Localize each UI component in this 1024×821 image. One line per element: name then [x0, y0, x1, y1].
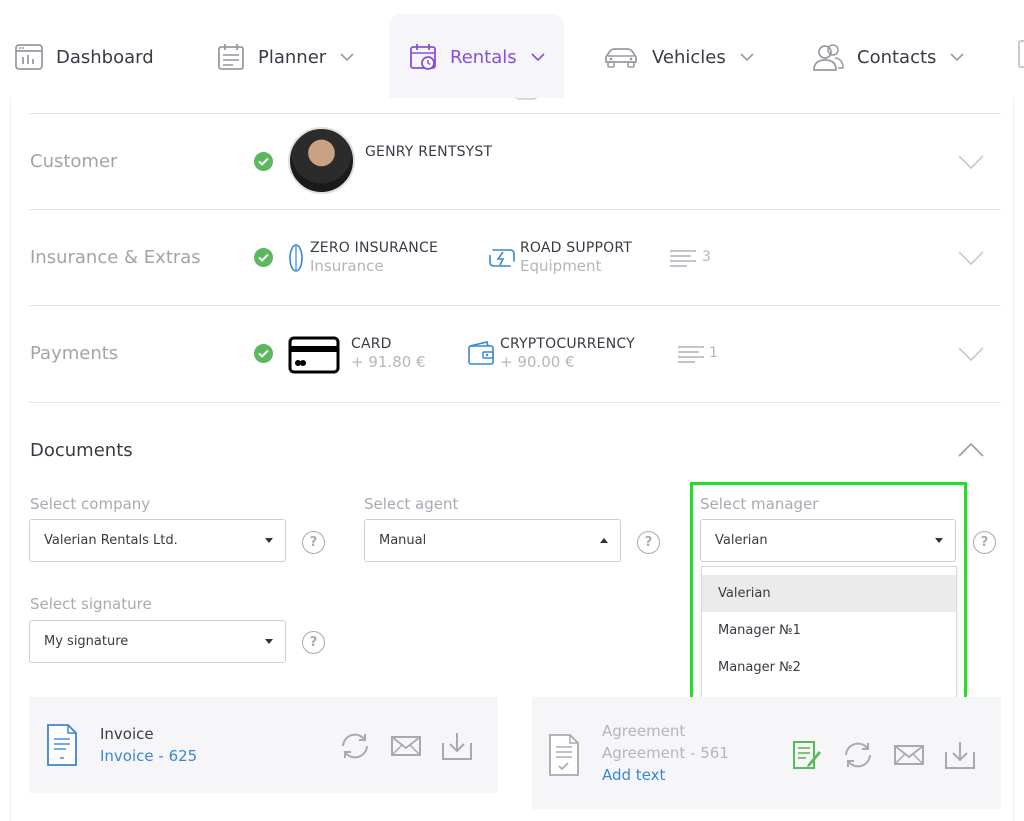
- insurance-label: Insurance & Extras: [30, 247, 201, 268]
- caret-down-icon: [265, 639, 273, 644]
- mail-icon[interactable]: [893, 744, 925, 766]
- mail-icon[interactable]: [390, 735, 422, 757]
- company-label: Select company: [30, 495, 151, 513]
- nav-dashboard[interactable]: Dashboard: [14, 38, 154, 76]
- nav-dashboard-label: Dashboard: [56, 46, 154, 68]
- top-navigation: Dashboard Planner Rentals Vehicles Conta…: [0, 0, 1024, 98]
- customer-name: GENRY RENTSYST: [365, 144, 493, 160]
- company-select[interactable]: Valerian Rentals Ltd.: [29, 519, 286, 562]
- invoice-title: Invoice: [100, 725, 154, 743]
- download-icon[interactable]: [944, 740, 976, 770]
- chevron-down-icon[interactable]: [740, 50, 754, 64]
- help-icon[interactable]: ?: [637, 531, 660, 554]
- download-icon[interactable]: [441, 731, 473, 761]
- planner-icon: [218, 44, 244, 70]
- list-icon: [670, 250, 696, 267]
- payments-label: Payments: [30, 343, 119, 364]
- nav-contacts-label: Contacts: [857, 46, 937, 68]
- help-icon[interactable]: ?: [302, 531, 325, 554]
- chevron-down-icon[interactable]: [340, 50, 354, 64]
- nav-rentals[interactable]: Rentals: [408, 38, 545, 76]
- scroll-peek: [515, 96, 537, 100]
- caret-up-icon: [600, 538, 608, 543]
- document-icon: [549, 734, 579, 776]
- agent-select[interactable]: Manual: [364, 519, 621, 562]
- crypto-title: CRYPTOCURRENCY: [500, 336, 635, 352]
- road-support-title: ROAD SUPPORT: [520, 240, 633, 256]
- check-icon: [254, 152, 273, 171]
- surfboard-icon: [289, 244, 303, 272]
- nav-vehicles-label: Vehicles: [652, 46, 726, 68]
- divider: [29, 402, 1001, 403]
- insurance-title: ZERO INSURANCE: [310, 240, 439, 256]
- agreement-title: Agreement: [602, 722, 686, 740]
- refresh-icon[interactable]: [840, 740, 876, 770]
- invoice-link[interactable]: Invoice - 625: [100, 747, 197, 765]
- customer-label: Customer: [30, 151, 118, 172]
- chevron-down-icon[interactable]: [958, 347, 984, 361]
- add-text-link[interactable]: Add text: [602, 766, 665, 784]
- list-icon: [678, 346, 704, 363]
- nav-rentals-label: Rentals: [450, 46, 517, 68]
- nav-vehicles[interactable]: Vehicles: [602, 38, 754, 76]
- signature-select[interactable]: My signature: [29, 620, 286, 663]
- chevron-up-icon[interactable]: [958, 443, 984, 457]
- rentals-calendar-icon: [410, 44, 436, 70]
- agent-label: Select agent: [364, 495, 459, 513]
- chevron-down-icon[interactable]: [531, 50, 545, 64]
- divider: [29, 113, 1001, 114]
- company-value: Valerian Rentals Ltd.: [44, 533, 178, 548]
- insurance-subtitle: Insurance: [310, 257, 384, 275]
- card-amount: + 91.80 €: [351, 353, 426, 371]
- documents-title: Documents: [30, 440, 133, 461]
- signature-label: Select signature: [30, 595, 152, 613]
- refresh-icon[interactable]: [337, 731, 373, 761]
- help-icon[interactable]: ?: [302, 631, 325, 654]
- card-title: CARD: [351, 336, 392, 352]
- credit-card-icon: [288, 336, 340, 374]
- chevron-down-icon[interactable]: [958, 155, 984, 169]
- nav-contacts[interactable]: Contacts: [811, 38, 964, 76]
- insurance-count: 3: [702, 249, 711, 265]
- divider: [29, 305, 1001, 306]
- document-icon: [47, 724, 77, 766]
- nav-planner[interactable]: Planner: [216, 38, 354, 76]
- nav-planner-label: Planner: [258, 46, 327, 68]
- check-icon: [254, 248, 273, 267]
- chevron-down-icon[interactable]: [950, 50, 964, 64]
- chevron-down-icon[interactable]: [958, 251, 984, 265]
- invoice-card: [29, 697, 498, 793]
- agreement-number: Agreement - 561: [602, 744, 729, 762]
- signature-value: My signature: [44, 634, 129, 649]
- contacts-icon: [813, 44, 844, 71]
- check-icon: [254, 344, 273, 363]
- edit-document-icon[interactable]: [792, 740, 822, 770]
- car-icon: [605, 48, 637, 68]
- wallet-icon: [468, 341, 494, 365]
- crypto-amount: + 90.00 €: [500, 353, 575, 371]
- payments-count: 1: [709, 345, 718, 361]
- lightning-icon: [489, 249, 515, 267]
- agent-value: Manual: [379, 533, 427, 548]
- dashboard-icon: [15, 44, 43, 70]
- nav-overflow-edge: [1018, 40, 1024, 68]
- help-icon[interactable]: ?: [973, 531, 996, 554]
- caret-down-icon: [265, 538, 273, 543]
- avatar: [288, 127, 355, 194]
- divider: [29, 209, 1001, 210]
- road-support-subtitle: Equipment: [520, 257, 602, 275]
